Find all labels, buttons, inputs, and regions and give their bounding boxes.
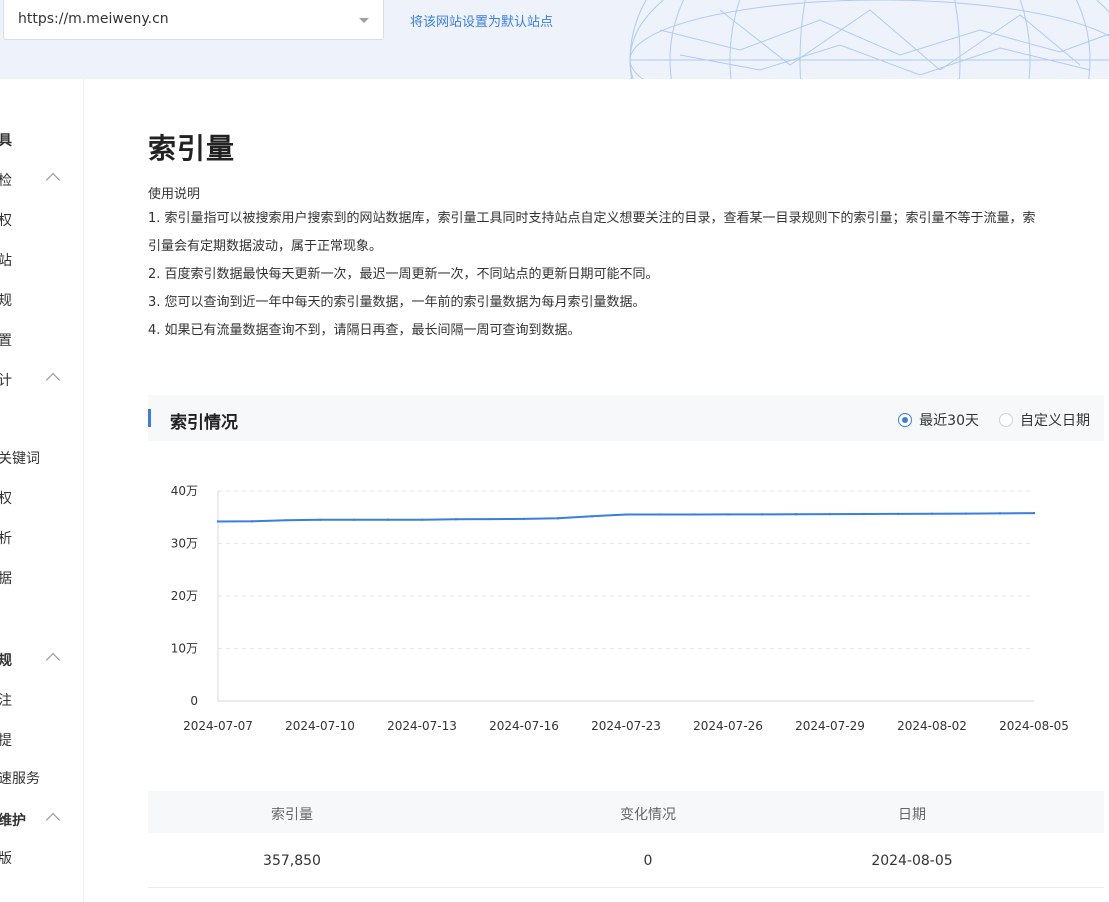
y-tick-label: 30万	[171, 537, 198, 551]
data-point[interactable]	[862, 512, 866, 516]
chevron-up-icon[interactable]	[45, 812, 61, 828]
radio-unchecked-icon[interactable]	[999, 413, 1013, 427]
sidebar-item[interactable]: 站	[0, 250, 12, 270]
sidebar-item[interactable]: 规	[0, 290, 12, 310]
y-tick-label: 10万	[171, 642, 198, 656]
caret-down-icon	[359, 18, 369, 23]
table-cell-date: 2024-08-05	[871, 853, 953, 869]
y-tick-label: 0	[190, 694, 198, 708]
data-point[interactable]	[386, 518, 390, 521]
table-cell-change: 0	[643, 853, 653, 869]
data-point[interactable]	[216, 520, 220, 523]
data-point[interactable]	[998, 512, 1002, 515]
x-tick-label: 2024-07-23	[591, 719, 661, 733]
x-tick-label: 2024-07-10	[285, 719, 355, 733]
data-point[interactable]	[590, 515, 594, 518]
sidebar-group-toggle[interactable]: 规	[0, 650, 12, 670]
usage-line: 引量会有定期数据波动，属于正常现象。	[148, 239, 383, 254]
radio-label: 最近30天	[919, 413, 979, 429]
date-range-radio-group: 最近30天 自定义日期	[898, 410, 1090, 430]
data-point[interactable]	[250, 520, 254, 523]
sidebar-item[interactable]: 权	[0, 488, 12, 508]
sidebar-item[interactable]: 关键词	[0, 448, 40, 468]
globe-decoration	[629, 0, 1109, 79]
chevron-up-icon[interactable]	[45, 652, 61, 668]
data-point[interactable]	[692, 513, 696, 516]
data-point[interactable]	[624, 513, 628, 516]
data-point[interactable]	[454, 518, 458, 521]
sidebar-item[interactable]: 析	[0, 528, 12, 548]
y-tick-label: 20万	[171, 589, 198, 603]
data-point[interactable]	[522, 517, 526, 521]
top-banner: https://m.meiweny.cn 将该网站设置为默认站点	[0, 0, 1109, 79]
radio-label: 自定义日期	[1020, 413, 1090, 429]
usage-line: 3. 您可以查询到近一年中每天的索引量数据，一年前的索引量数据为每月索引量数据。	[148, 295, 646, 310]
usage-line: 2. 百度索引数据最快每天更新一次，最迟一周更新一次，不同站点的更新日期可能不同…	[148, 267, 659, 282]
sidebar: 具 检 权 站 规 置 计 关键词 权 析 据 规 注 提 速服务 维护 版	[0, 79, 84, 902]
chevron-up-icon[interactable]	[45, 372, 61, 388]
data-point[interactable]	[726, 513, 730, 516]
table-row: 357,850 0 2024-08-05	[148, 833, 1104, 888]
sidebar-item[interactable]: 置	[0, 330, 12, 350]
sidebar-group-toggle[interactable]: 计	[0, 370, 12, 390]
data-point[interactable]	[794, 513, 798, 516]
data-point[interactable]	[488, 517, 492, 521]
x-tick-label: 2024-07-07	[183, 719, 253, 733]
data-point[interactable]	[828, 512, 832, 516]
index-volume-chart: 0 10万 20万 30万 40万 2024-07-07 2024-07-10 2024-07…	[171, 484, 1069, 733]
column-header: 变化情况	[620, 807, 676, 823]
index-status-header: 索引情况 最近30天 自定义日期	[148, 395, 1104, 441]
table-header: 索引量 变化情况 日期	[148, 791, 1104, 833]
data-point[interactable]	[896, 512, 900, 516]
x-tick-label: 2024-08-02	[897, 719, 967, 733]
sidebar-item[interactable]: 速服务	[0, 768, 40, 788]
data-point[interactable]	[352, 518, 356, 521]
usage-line: 4. 如果已有流量数据查询不到，请隔日再查，最长间隔一周可查询到数据。	[148, 323, 581, 338]
page-title: 索引量	[148, 132, 236, 165]
sidebar-group-toggle[interactable]: 检	[0, 170, 12, 190]
x-tick-label: 2024-07-26	[693, 719, 763, 733]
data-point[interactable]	[964, 512, 968, 515]
data-point[interactable]	[556, 517, 560, 520]
radio-checked-icon[interactable]	[898, 413, 913, 427]
data-point[interactable]	[284, 519, 288, 522]
data-point[interactable]	[318, 518, 322, 522]
column-header: 索引量	[271, 807, 313, 823]
usage-instructions-title: 使用说明	[148, 187, 201, 202]
sidebar-item[interactable]: 注	[0, 690, 12, 710]
sidebar-item[interactable]: 权	[0, 210, 12, 230]
table-cell-index: 357,850	[263, 853, 321, 869]
index-data-table: 索引量 变化情况 日期 357,850 0 2024-08-05	[148, 791, 1104, 888]
radio-custom-date[interactable]: 自定义日期	[999, 410, 1090, 430]
x-tick-label: 2024-07-16	[489, 719, 559, 733]
data-point[interactable]	[420, 518, 424, 521]
section-accent	[148, 409, 151, 427]
usage-line: 1. 索引量指可以被搜索用户搜索到的网站数据库，索引量工具同时支持站点自定义想要…	[148, 211, 1036, 226]
sidebar-group-toggle[interactable]: 维护	[0, 810, 26, 830]
site-url-value: https://m.meiweny.cn	[18, 11, 169, 27]
y-tick-label: 40万	[171, 484, 198, 498]
section-title: 索引情况	[170, 413, 238, 433]
data-point[interactable]	[658, 513, 662, 516]
x-tick-label: 2024-07-13	[387, 719, 457, 733]
sidebar-item[interactable]: 据	[0, 568, 12, 588]
site-select-dropdown[interactable]: https://m.meiweny.cn	[3, 0, 384, 40]
x-tick-label: 2024-07-29	[795, 719, 865, 733]
data-point[interactable]	[1032, 511, 1036, 515]
sidebar-item[interactable]: 版	[0, 848, 12, 868]
chevron-up-icon[interactable]	[45, 172, 61, 188]
radio-recent-30-days[interactable]: 最近30天	[898, 410, 979, 430]
set-default-site-link[interactable]: 将该网站设置为默认站点	[410, 11, 553, 30]
column-header: 日期	[898, 807, 926, 823]
sidebar-item[interactable]: 提	[0, 730, 12, 750]
data-point[interactable]	[930, 512, 934, 515]
sidebar-group-label: 具	[0, 130, 12, 150]
data-point[interactable]	[760, 513, 764, 516]
x-tick-label: 2024-08-05	[999, 719, 1069, 733]
